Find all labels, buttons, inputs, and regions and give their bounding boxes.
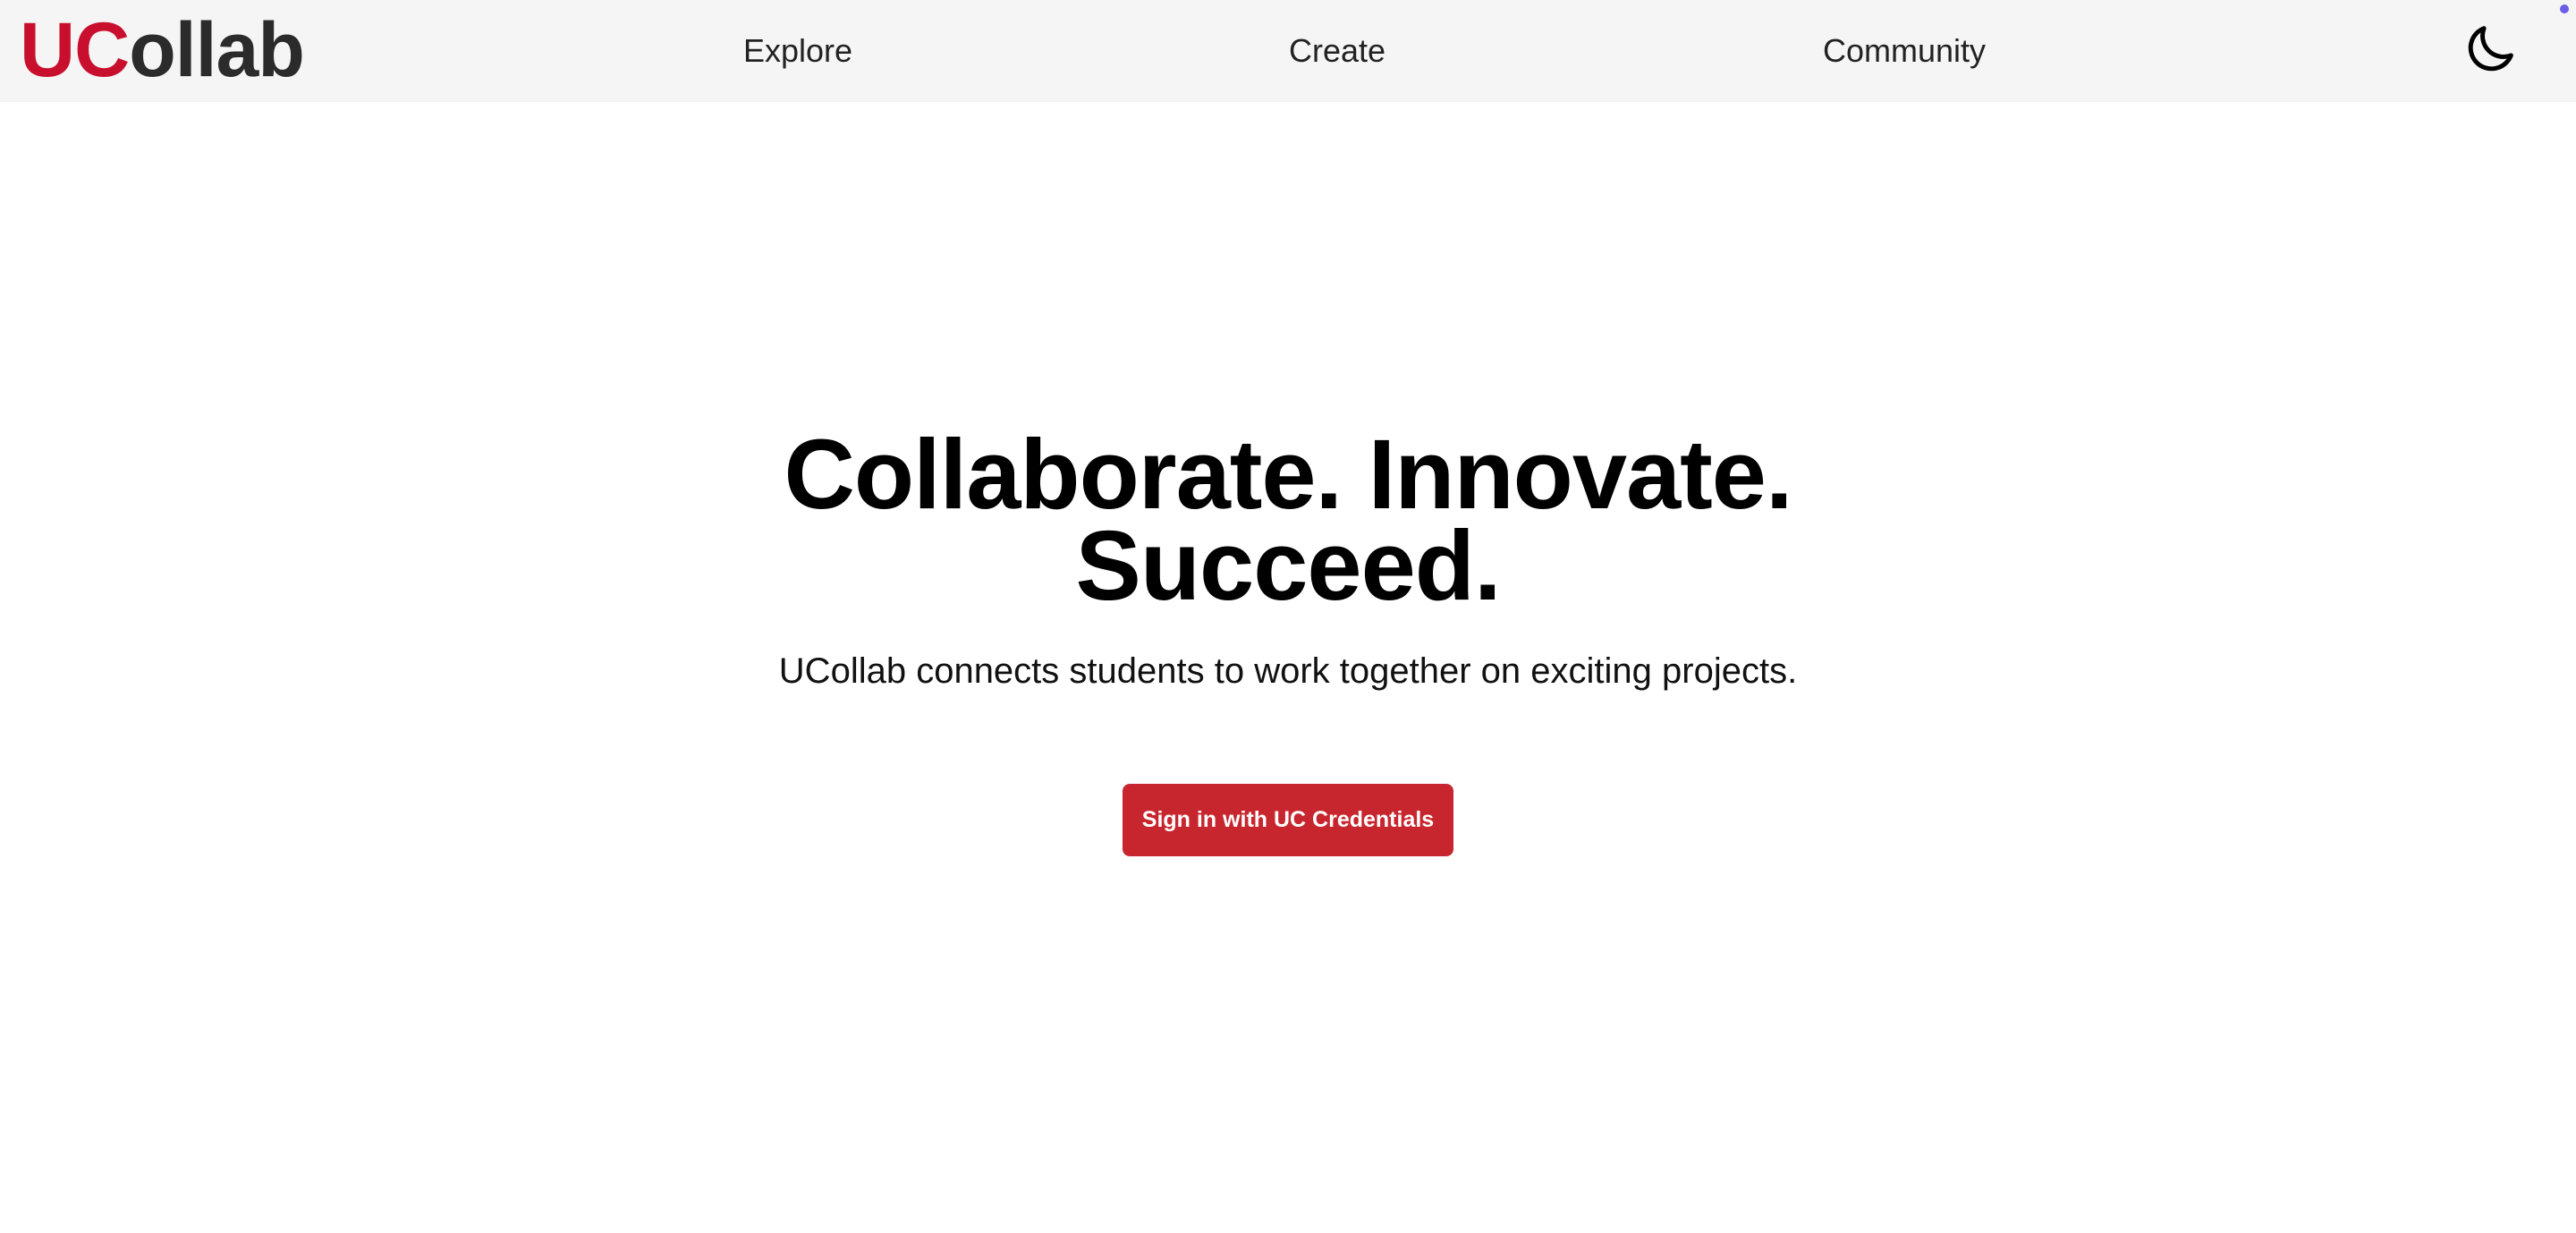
theme-toggle-button[interactable] (2461, 20, 2520, 79)
logo-uc-text: UC (20, 7, 130, 93)
hero-title-line-1: Collaborate. Innovate. (784, 420, 1792, 530)
hero-section: Collaborate. Innovate. Succeed. UCollab … (0, 420, 2576, 696)
logo-rest-text: ollab (129, 7, 305, 93)
nav-community-link[interactable]: Community (1823, 28, 1986, 74)
status-dot (2560, 4, 2569, 13)
hero-title-line-2: Succeed. (1075, 511, 1501, 621)
nav-create-link[interactable]: Create (1289, 28, 1385, 74)
top-navbar: UCollab Explore Create Community (0, 0, 2576, 102)
hero-title: Collaborate. Innovate. Succeed. (0, 420, 2576, 621)
nav-explore-link[interactable]: Explore (743, 28, 852, 74)
ucollab-logo[interactable]: UCollab (20, 5, 305, 95)
hero-subtitle: UCollab connects students to work togeth… (778, 651, 1798, 691)
sign-in-button[interactable]: Sign in with UC Credentials (1123, 784, 1453, 856)
moon-icon (2468, 26, 2513, 72)
